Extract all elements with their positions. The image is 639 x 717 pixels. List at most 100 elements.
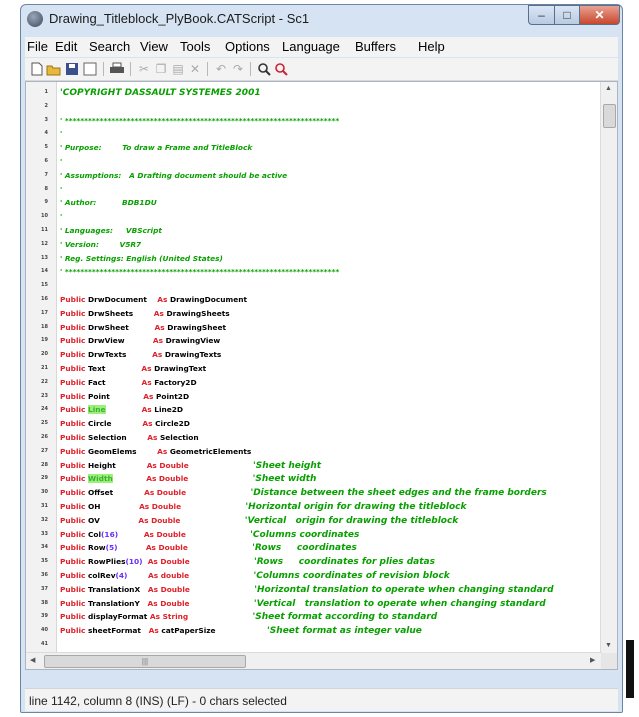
- code-line[interactable]: ': [60, 212, 62, 221]
- code-line[interactable]: 'COPYRIGHT DASSAULT SYSTEMES 2001: [60, 88, 261, 98]
- code-token: As Double: [138, 515, 181, 525]
- code-line[interactable]: ' **************************************…: [60, 267, 339, 276]
- maximize-button[interactable]: □: [554, 5, 580, 25]
- toolbar-separator: [207, 62, 208, 76]
- code-line[interactable]: Public TranslationX As Double 'Horizonta…: [60, 585, 554, 595]
- code-line[interactable]: Public DrwView As DrawingView: [60, 336, 220, 345]
- open-file-icon[interactable]: [46, 61, 62, 77]
- code-token: 'Vertical translation to operate when ch…: [253, 598, 546, 609]
- code-line[interactable]: Public Selection As Selection: [60, 433, 199, 442]
- code-line[interactable]: ' Version: V5R7: [60, 240, 141, 249]
- menu-options[interactable]: Options: [225, 39, 270, 54]
- code-line[interactable]: ': [60, 129, 62, 138]
- code-token: Col: [88, 529, 102, 539]
- scroll-down-arrow-icon[interactable]: ▼: [605, 642, 612, 649]
- save-all-icon[interactable]: [82, 61, 98, 77]
- code-line[interactable]: Public Fact As Factory2D: [60, 378, 197, 387]
- code-line[interactable]: Public Line As Line2D: [60, 405, 183, 415]
- line-number: 26: [41, 434, 48, 440]
- code-line[interactable]: Public GeomElems As GeometricElements: [60, 447, 251, 456]
- line-number: 4: [44, 130, 48, 137]
- menu-search[interactable]: Search: [89, 39, 130, 54]
- code-token: As: [154, 322, 168, 332]
- code-token: 'Horizontal origin for drawing the title…: [245, 502, 467, 512]
- replace-icon[interactable]: [273, 61, 289, 77]
- code-token: As: [157, 295, 170, 304]
- code-token: 'Distance between the sheet edges and th…: [250, 488, 547, 499]
- code-line[interactable]: ' Purpose: To draw a Frame and TitleBloc…: [60, 143, 252, 152]
- code-line[interactable]: Public DrwDocument As DrawingDocument: [60, 295, 247, 304]
- code-line[interactable]: Public sheetFormat As catPaperSize 'Shee…: [60, 626, 422, 636]
- code-line[interactable]: Public Height As Double 'Sheet height: [60, 461, 321, 471]
- code-line[interactable]: Public Offset As Double 'Distance betwee…: [60, 488, 547, 498]
- code-line[interactable]: Public colRev(4) As double 'Columns coor…: [60, 571, 450, 581]
- code-line[interactable]: ': [60, 157, 62, 166]
- code-line[interactable]: ' Reg. Settings: English (United States): [60, 254, 223, 263]
- code-line[interactable]: Public DrwSheet As DrawingSheet: [60, 323, 226, 332]
- code-line[interactable]: Public OV As Double 'Vertical origin for…: [60, 516, 458, 526]
- code-token: (4): [115, 571, 128, 580]
- code-line[interactable]: ' Author: BDB1DU: [60, 198, 157, 207]
- delete-icon[interactable]: ✕: [187, 61, 203, 77]
- paste-icon[interactable]: ▤: [170, 61, 186, 77]
- code-line[interactable]: ' **************************************…: [60, 116, 339, 125]
- new-file-icon[interactable]: [29, 61, 45, 77]
- vertical-scroll-thumb[interactable]: [603, 104, 616, 128]
- undo-icon[interactable]: ↶: [213, 61, 229, 77]
- scroll-left-arrow-icon[interactable]: ◀: [30, 656, 35, 664]
- code-token: GeomElems: [88, 446, 158, 456]
- code-line[interactable]: Public RowPlies(10) As Double 'Rows coor…: [60, 557, 435, 567]
- save-icon[interactable]: [64, 61, 80, 77]
- title-bar[interactable]: Drawing_Titleblock_PlyBook.CATScript - S…: [21, 5, 622, 33]
- menu-view[interactable]: View: [140, 39, 168, 54]
- menu-file[interactable]: File: [27, 39, 48, 54]
- horizontal-scrollbar[interactable]: ◀ ||| ▶: [26, 652, 602, 669]
- code-token: Public: [60, 322, 88, 332]
- app-icon[interactable]: [27, 11, 43, 27]
- code-line[interactable]: Public Text As DrawingText: [60, 364, 206, 373]
- code-line[interactable]: ' Languages: VBScript: [60, 226, 162, 235]
- menu-language[interactable]: Language: [282, 39, 340, 54]
- code-token: DrawingDocument: [169, 295, 248, 304]
- menu-edit[interactable]: Edit: [55, 39, 77, 54]
- close-button[interactable]: ✕: [579, 5, 620, 25]
- menu-help[interactable]: Help: [418, 39, 445, 54]
- cut-icon[interactable]: ✂: [136, 61, 152, 77]
- code-token: Height: [88, 460, 147, 470]
- menu-tools[interactable]: Tools: [180, 39, 210, 54]
- scroll-right-arrow-icon[interactable]: ▶: [590, 656, 595, 664]
- line-number: 31: [41, 503, 48, 509]
- toolbar-separator: [130, 62, 131, 76]
- vertical-scrollbar[interactable]: ▲ ▼: [600, 82, 617, 654]
- code-line[interactable]: Public Circle As Circle2D: [60, 419, 190, 428]
- code-line[interactable]: Public TranslationY As Double 'Vertical …: [60, 599, 546, 609]
- code-token: OH: [88, 502, 140, 511]
- code-line[interactable]: Public Row(5) As Double 'Rows coordinate…: [60, 543, 357, 553]
- line-number: 35: [41, 558, 48, 565]
- print-icon[interactable]: [109, 61, 125, 77]
- code-token: Circle: [88, 419, 143, 429]
- code-line[interactable]: Public DrwSheets As DrawingSheets: [60, 309, 230, 318]
- code-token: As: [141, 377, 155, 387]
- code-line[interactable]: Public Point As Point2D: [60, 392, 189, 401]
- code-line[interactable]: Public DrwTexts As DrawingTexts: [60, 350, 221, 359]
- code-line[interactable]: Public OH As Double 'Horizontal origin f…: [60, 502, 466, 512]
- code-token: Public: [60, 598, 88, 608]
- code-line[interactable]: Public Width As Double 'Sheet width: [60, 474, 316, 484]
- horizontal-scroll-thumb[interactable]: |||: [44, 655, 246, 668]
- code-line[interactable]: Public displayFormat As String 'Sheet fo…: [60, 612, 437, 622]
- code-token: Point2D: [155, 391, 190, 401]
- code-line[interactable]: ' Assumptions: A Drafting document shoul…: [60, 171, 287, 180]
- copy-icon[interactable]: ❐: [153, 61, 169, 77]
- code-line[interactable]: ': [60, 185, 62, 194]
- line-number: 27: [41, 447, 48, 454]
- find-icon[interactable]: [256, 61, 272, 77]
- code-line[interactable]: Public Col(16) As Double 'Columns coordi…: [60, 530, 359, 540]
- minimize-button[interactable]: –: [528, 5, 555, 25]
- redo-icon[interactable]: ↷: [230, 61, 246, 77]
- menu-buffers[interactable]: Buffers: [355, 39, 396, 54]
- scroll-up-arrow-icon[interactable]: ▲: [605, 85, 612, 92]
- code-editor[interactable]: 1 2 3 4 5 6 7 8 9 10 11 12 13 14 15 16 17 18 19 20 21 22 23 24 2…: [25, 81, 618, 670]
